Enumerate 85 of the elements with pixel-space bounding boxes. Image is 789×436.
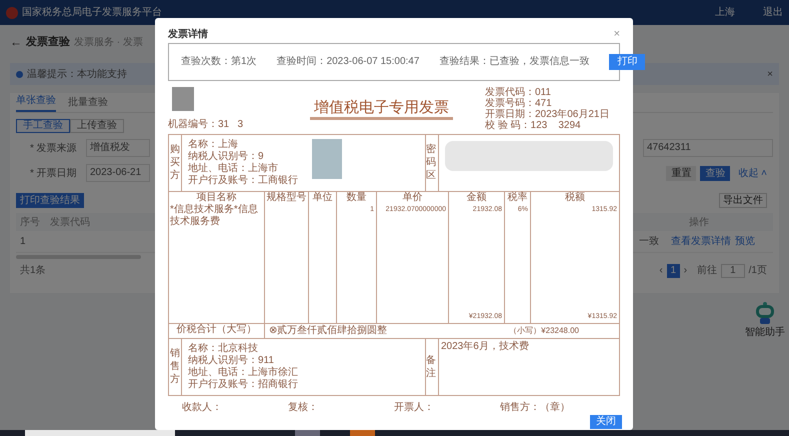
buyer-info: 开户行及账号：工商银行 bbox=[188, 174, 299, 186]
table-cell-text: 1 bbox=[20, 235, 26, 249]
column-header: 项目名称 bbox=[196, 192, 238, 204]
column-header: 序号 bbox=[20, 216, 41, 230]
summary-text: 查验时间：2023-06-07 15:00:47 bbox=[276, 54, 420, 69]
machine-number: 机器编号：31 3 bbox=[168, 118, 244, 132]
cipher-label: 密码区 bbox=[426, 134, 439, 190]
page-count: /1页 bbox=[748, 264, 767, 278]
input-field[interactable]: 增值税发 bbox=[86, 139, 150, 157]
buyer-info: 名称：上海 bbox=[188, 138, 239, 150]
input-field[interactable]: 47642311 bbox=[643, 139, 773, 157]
page-input[interactable]: 1 bbox=[721, 264, 745, 278]
total-in-words: ⊗贰万叁仟贰佰肆拾捌圆整 bbox=[268, 324, 388, 336]
redaction-block bbox=[312, 138, 342, 178]
column-header: 税率 bbox=[506, 192, 528, 204]
tab[interactable]: 单张查验 bbox=[16, 93, 56, 112]
tab[interactable]: 批量查验 bbox=[68, 95, 108, 112]
page-title: 发票查验 bbox=[26, 34, 70, 50]
remark-text: 2023年6月，技术费 bbox=[441, 340, 529, 352]
seller-info: 开户行及账号：招商银行 bbox=[188, 378, 299, 390]
signature-label: 收款人： bbox=[182, 400, 223, 414]
buyer-info: 地址、电话：上海市 bbox=[188, 162, 279, 174]
close-icon[interactable]: × bbox=[767, 66, 773, 82]
mode-button[interactable]: 上传查验 bbox=[70, 119, 124, 133]
collapse-link[interactable]: 收起 ˄ bbox=[738, 166, 767, 180]
invoice-meta: 发票号码：471 bbox=[485, 98, 553, 108]
field-label: * 发票来源 bbox=[30, 142, 78, 156]
notice-text: 温馨提示：本功能支持 bbox=[27, 68, 127, 82]
invoice-title: 增值税电子专用发票 bbox=[310, 98, 453, 120]
invoice-meta: 开票日期：2023年06月21日 bbox=[485, 108, 610, 120]
action-link[interactable]: 查看发票详情 bbox=[671, 234, 731, 249]
table-cell-text: 一致 bbox=[639, 235, 659, 249]
buyer-label: 购买方 bbox=[169, 134, 182, 190]
field-label: * 开票日期 bbox=[30, 166, 78, 180]
taskbar-item[interactable] bbox=[350, 430, 375, 436]
column-header: 操作 bbox=[689, 216, 709, 230]
action-link[interactable]: 预览 bbox=[735, 234, 755, 249]
print-results-button[interactable]: 打印查验结果 bbox=[16, 193, 84, 208]
close-button[interactable]: 关闭 bbox=[590, 414, 622, 428]
goto-label: 前往 bbox=[697, 264, 718, 278]
total-label: 价税合计（大写） bbox=[169, 324, 265, 338]
emblem-icon bbox=[6, 6, 18, 18]
app-title: 国家税务总局电子发票服务平台 bbox=[22, 6, 162, 20]
signature-label: 复核： bbox=[288, 400, 319, 414]
invoice-meta: 发票代码：011 bbox=[485, 86, 552, 98]
item-cell-text: *信息技术服务*信息技术服务费 bbox=[169, 204, 259, 228]
summary-text: 查验次数：第1次 bbox=[181, 54, 257, 69]
taskbar-item[interactable] bbox=[295, 430, 320, 436]
input-field[interactable]: 2023-06-21 bbox=[86, 164, 150, 182]
redaction-block bbox=[172, 86, 194, 110]
summary-text: 查验结果：已查验，发票信息一致 bbox=[439, 54, 590, 69]
assistant-label[interactable]: 智能助手 bbox=[745, 325, 785, 340]
column-header: 单价 bbox=[402, 192, 424, 204]
column-header: 数量 bbox=[346, 192, 368, 204]
seller-label: 销售方 bbox=[169, 338, 182, 394]
form-button[interactable]: 重置 bbox=[666, 166, 696, 180]
column-header: 税额 bbox=[564, 192, 586, 204]
print-button[interactable]: 打印 bbox=[609, 54, 646, 70]
invoice-meta: 校 验 码：123 3294 bbox=[485, 120, 581, 130]
logout-link[interactable]: 退出 bbox=[763, 5, 783, 20]
seller-info: 地址、电话：上海市徐汇 bbox=[188, 366, 299, 378]
form-button[interactable]: 查验 bbox=[700, 166, 730, 180]
export-button[interactable]: 导出文件 bbox=[719, 193, 767, 208]
remark-label: 备注 bbox=[426, 338, 439, 394]
seller-info: 名称：北京科技 bbox=[188, 342, 259, 354]
column-header: 单位 bbox=[312, 192, 334, 204]
signature-label: 销售方：（章） bbox=[500, 400, 571, 414]
column-header: 金额 bbox=[466, 192, 488, 204]
info-icon bbox=[16, 70, 23, 78]
mode-button[interactable]: 手工查验 bbox=[16, 119, 70, 133]
user-name[interactable]: 上海 bbox=[715, 5, 735, 20]
total-count: 共1条 bbox=[20, 264, 46, 278]
seller-info: 纳税人识别号：911 bbox=[188, 354, 275, 366]
close-icon[interactable]: × bbox=[614, 26, 620, 42]
total-in-figures: （小写）¥23248.00 bbox=[509, 324, 579, 336]
column-header: 规格型号 bbox=[266, 192, 308, 204]
back-button[interactable]: ← bbox=[10, 33, 22, 51]
taskbar-item[interactable] bbox=[25, 430, 175, 436]
signature-label: 开票人： bbox=[394, 400, 435, 414]
dialog-title: 发票详情 bbox=[168, 27, 208, 42]
previous-page-button[interactable]: ‹ bbox=[659, 263, 663, 278]
next-page-button[interactable]: › bbox=[684, 263, 688, 278]
column-header: 发票代码 bbox=[50, 216, 90, 230]
buyer-info: 纳税人识别号：9 bbox=[188, 150, 265, 162]
page-button[interactable]: 1 bbox=[666, 264, 680, 278]
